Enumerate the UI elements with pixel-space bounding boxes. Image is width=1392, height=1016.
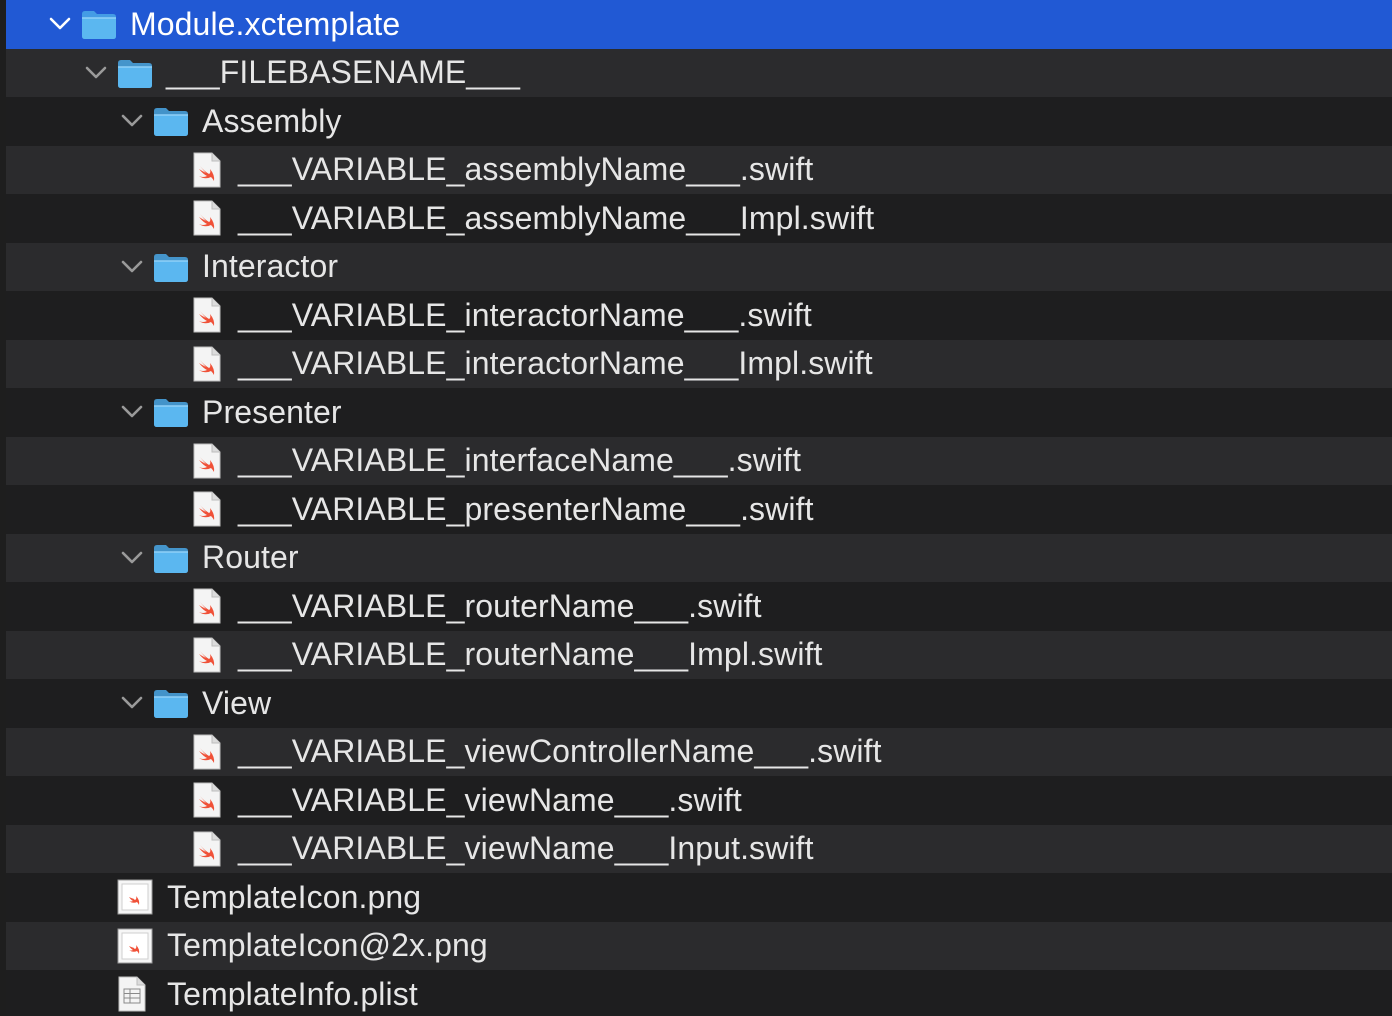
- swift-file-icon: [192, 637, 222, 681]
- swift-file-icon: [192, 443, 222, 487]
- swift-file-icon: [192, 782, 222, 826]
- file-row[interactable]: TemplateIcon.png: [6, 873, 1392, 922]
- folder-row[interactable]: Module.xctemplate: [6, 0, 1392, 49]
- file-row[interactable]: TemplateInfo.plist: [6, 970, 1392, 1016]
- item-label: ___VARIABLE_routerName___Impl.swift: [238, 636, 823, 673]
- disclosure-chevron-icon[interactable]: [48, 12, 72, 36]
- swift-file-icon: [192, 346, 222, 390]
- item-label: TemplateIcon.png: [167, 878, 422, 915]
- image-file-icon: [117, 879, 153, 923]
- item-label: Module.xctemplate: [130, 5, 401, 42]
- file-row[interactable]: ___VARIABLE_routerName___Impl.swift: [6, 630, 1392, 681]
- swift-file-icon: [192, 297, 222, 341]
- item-label: ___VARIABLE_interactorName___.swift: [238, 296, 812, 333]
- image-file-icon: [117, 928, 153, 972]
- folder-icon: [80, 8, 118, 48]
- swift-file-icon: [192, 734, 222, 778]
- folder-icon: [152, 396, 190, 436]
- folder-icon: [116, 57, 154, 97]
- item-label: ___VARIABLE_viewControllerName___.swift: [238, 733, 882, 770]
- item-label: ___VARIABLE_interfaceName___.swift: [238, 442, 802, 479]
- file-tree: Module.xctemplate ___FILEBASENAME___ Assem…: [6, 0, 1392, 1016]
- file-row[interactable]: TemplateIcon@2x.png: [6, 921, 1392, 972]
- disclosure-chevron-icon[interactable]: [120, 255, 144, 279]
- item-label: Interactor: [202, 248, 339, 285]
- item-label: ___VARIABLE_assemblyName___Impl.swift: [238, 199, 875, 236]
- file-row[interactable]: ___VARIABLE_assemblyName___Impl.swift: [6, 194, 1392, 243]
- file-row[interactable]: ___VARIABLE_viewControllerName___.swift: [6, 727, 1392, 778]
- swift-file-icon: [192, 831, 222, 875]
- folder-row[interactable]: ___FILEBASENAME___: [6, 48, 1392, 97]
- item-label: Presenter: [202, 393, 342, 430]
- file-row[interactable]: ___VARIABLE_interactorName___Impl.swift: [6, 339, 1392, 390]
- folder-icon: [152, 105, 190, 145]
- file-row[interactable]: ___VARIABLE_viewName___.swift: [6, 776, 1392, 825]
- item-label: TemplateInfo.plist: [167, 975, 418, 1012]
- item-label: View: [202, 684, 272, 721]
- disclosure-chevron-icon[interactable]: [120, 400, 144, 424]
- folder-row[interactable]: View: [6, 679, 1392, 728]
- file-row[interactable]: ___VARIABLE_presenterName___.swift: [6, 485, 1392, 534]
- item-label: ___VARIABLE_assemblyName___.swift: [238, 151, 814, 188]
- item-label: ___VARIABLE_presenterName___.swift: [238, 490, 814, 527]
- item-label: ___VARIABLE_interactorName___Impl.swift: [238, 345, 873, 382]
- disclosure-chevron-icon[interactable]: [120, 546, 144, 570]
- disclosure-chevron-icon[interactable]: [120, 691, 144, 715]
- folder-row[interactable]: Assembly: [6, 97, 1392, 146]
- swift-file-icon: [192, 200, 222, 244]
- file-row[interactable]: ___VARIABLE_interactorName___.swift: [6, 291, 1392, 340]
- item-label: TemplateIcon@2x.png: [167, 927, 488, 964]
- item-label: ___VARIABLE_viewName___.swift: [238, 781, 742, 818]
- file-row[interactable]: ___VARIABLE_routerName___.swift: [6, 582, 1392, 631]
- plist-file-icon: [117, 976, 147, 1016]
- item-label: Router: [202, 539, 299, 576]
- item-label: ___VARIABLE_viewName___Input.swift: [238, 830, 814, 867]
- disclosure-chevron-icon[interactable]: [84, 61, 108, 85]
- item-label: Assembly: [202, 102, 342, 139]
- swift-file-icon: [192, 491, 222, 535]
- item-label: ___FILEBASENAME___: [166, 54, 520, 91]
- folder-icon: [152, 251, 190, 291]
- folder-icon: [152, 542, 190, 582]
- file-row[interactable]: ___VARIABLE_viewName___Input.swift: [6, 824, 1392, 875]
- folder-row[interactable]: Presenter: [6, 388, 1392, 437]
- file-row[interactable]: ___VARIABLE_assemblyName___.swift: [6, 145, 1392, 196]
- file-row[interactable]: ___VARIABLE_interfaceName___.swift: [6, 436, 1392, 487]
- swift-file-icon: [192, 152, 222, 196]
- folder-icon: [152, 687, 190, 727]
- item-label: ___VARIABLE_routerName___.swift: [238, 587, 762, 624]
- swift-file-icon: [192, 588, 222, 632]
- disclosure-chevron-icon[interactable]: [120, 109, 144, 133]
- folder-row[interactable]: Router: [6, 533, 1392, 582]
- folder-row[interactable]: Interactor: [6, 242, 1392, 291]
